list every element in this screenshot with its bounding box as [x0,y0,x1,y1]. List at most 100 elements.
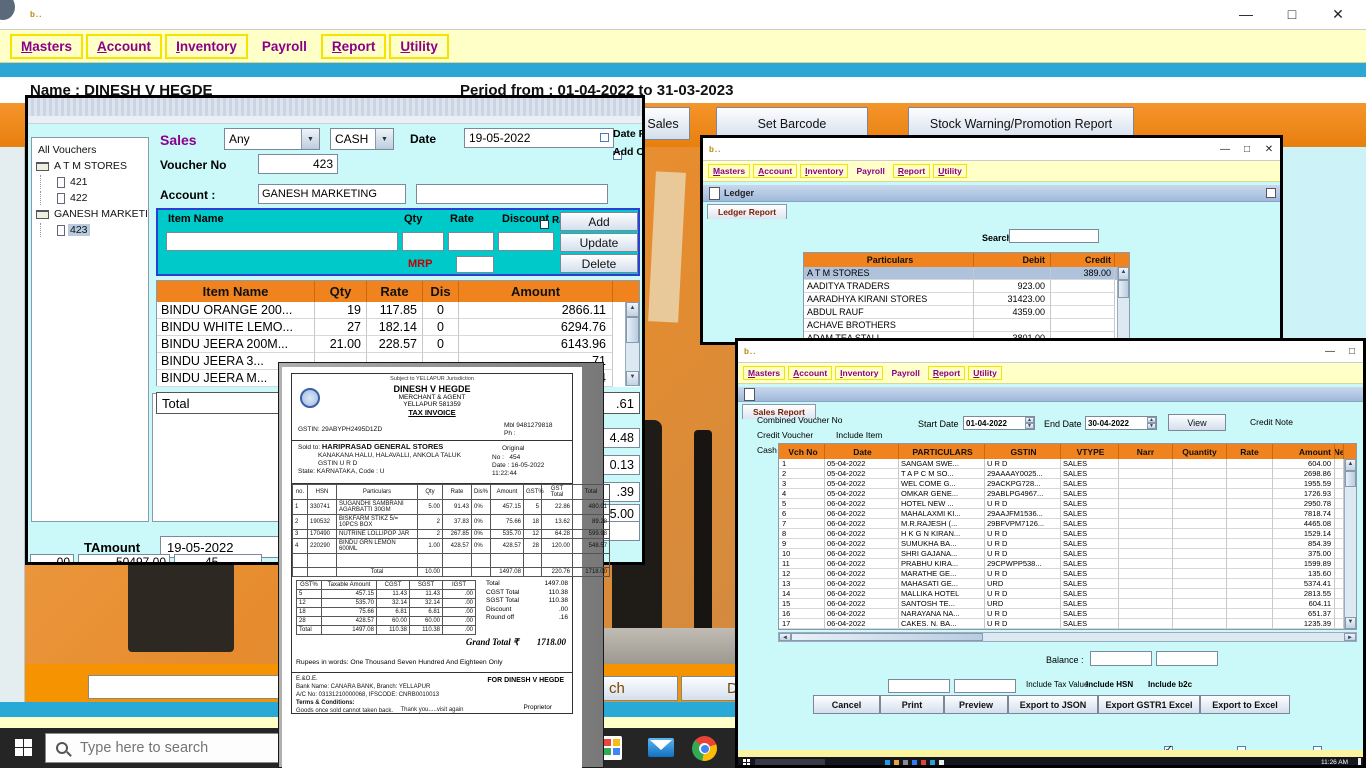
ledger-row[interactable]: ACHAVE BROTHERS [804,319,1129,332]
menu-item-report[interactable]: Report [928,366,965,380]
sales-report-row[interactable]: 10 06-04-2022 SHRI GAJANA... U R D SALES… [779,549,1356,559]
col-quantity[interactable]: Quantity [1173,444,1227,459]
strip-maximize-icon[interactable] [1266,188,1276,198]
col-dis[interactable]: Dis [423,281,459,302]
payment-mode-dropdown[interactable]: CASH ▼ [330,128,394,150]
mini-search-box[interactable] [755,759,825,766]
col-item-name[interactable]: Item Name [157,281,315,302]
col-amount[interactable]: Amount [1273,444,1335,459]
filter-dropdown[interactable]: Any ▼ [224,128,320,150]
tree-node[interactable]: All Vouchers [34,142,146,158]
menu-item-report[interactable]: Report [893,164,930,178]
sales-report-row[interactable]: 1 05-04-2022 SANGAM SWE... U R D SALES 6… [779,459,1356,469]
footer-box-2[interactable] [954,679,1016,693]
ledger-search-input[interactable] [1009,229,1099,243]
delete-button[interactable]: Delete [560,254,638,273]
tab-ledger-report[interactable]: Ledger Report [707,204,787,219]
col-qty[interactable]: Qty [315,281,367,302]
ledger-row[interactable]: AADITYA TRADERS 923.00 [804,280,1129,293]
maximize-button[interactable]: □ [1278,6,1306,23]
sales-report-row[interactable]: 12 06-04-2022 MARATHE GE... U R D SALES … [779,569,1356,579]
tree-node-label[interactable]: 421 [68,176,90,188]
scroll-up-icon[interactable]: ▲ [626,302,639,317]
scroll-left-icon[interactable]: ◄ [779,633,791,641]
scrollbar-thumb[interactable] [626,317,639,343]
menu-item-utility[interactable]: Utility [389,34,449,59]
sales-report-row[interactable]: 4 05-04-2022 OMKAR GENE... 29ABLPG4967..… [779,489,1356,499]
menu-item-masters[interactable]: Masters [10,34,83,59]
menu-item-inventory[interactable]: Inventory [165,34,248,59]
tree-node-label[interactable]: 423 [68,224,90,236]
tree-node[interactable]: A T M STORES [34,158,146,174]
menu-item-utility[interactable]: Utility [933,164,967,178]
menu-item-account[interactable]: Account [86,34,162,59]
tree-node[interactable]: 421 [34,174,146,190]
tree-node-label[interactable]: GANESH MARKETING [52,208,149,220]
col-vtype[interactable]: VTYPE [1061,444,1119,459]
start-button[interactable] [15,739,32,756]
voucher-item-row[interactable]: BINDU ORANGE 200... 19 117.85 0 2866.11 [157,302,639,319]
col-vch-no[interactable]: Vch No [779,444,825,459]
footer-box-1[interactable] [888,679,950,693]
menu-item-inventory[interactable]: Inventory [800,164,848,178]
close-button[interactable]: ✕ [1258,144,1280,155]
menu-item-masters[interactable]: Masters [743,366,785,380]
scroll-right-icon[interactable]: ► [1344,633,1356,641]
voucher-item-row[interactable]: BINDU WHITE LEMO... 27 182.14 0 6294.76 [157,319,639,336]
col-narr[interactable]: Narr [1119,444,1173,459]
update-button[interactable]: Update [560,233,638,252]
sales-report-row[interactable]: 16 06-04-2022 NARAYANA NA... U R D SALES… [779,609,1356,619]
item-name-input[interactable] [166,232,398,251]
chevron-down-icon[interactable]: ▼ [301,129,319,149]
spinner-icon[interactable]: ▲▼ [1025,417,1034,429]
col-particulars[interactable]: Particulars [804,253,974,267]
export-json-button[interactable]: Export to JSON [1008,695,1098,714]
menu-item-report[interactable]: Report [321,34,387,59]
tree-node-label[interactable]: 422 [68,192,90,204]
col-rate[interactable]: Rate [367,281,423,302]
discount-input[interactable] [498,232,554,251]
scroll-down-icon[interactable]: ▼ [626,371,639,386]
col-amount[interactable]: Amount [459,281,613,302]
print-button[interactable]: Print [880,695,944,714]
col-net[interactable]: Ne [1335,444,1344,459]
menu-item-utility[interactable]: Utility [968,366,1002,380]
cancel-button[interactable]: Cancel [813,695,880,714]
export-excel-button[interactable]: Export to Excel [1200,695,1290,714]
sales-report-row[interactable]: 14 06-04-2022 MALLIKA HOTEL U R D SALES … [779,589,1356,599]
ledger-row[interactable]: ABDUL RAUF 4359.00 [804,306,1129,319]
sales-report-hscrollbar[interactable]: ◄ ► [778,632,1357,642]
sales-report-row[interactable]: 2 05-04-2022 T A P C M SO... 29AAAAY0025… [779,469,1356,479]
col-gstin[interactable]: GSTIN [985,444,1061,459]
maximize-button[interactable]: □ [1341,346,1363,357]
chrome-icon[interactable] [692,736,717,761]
app-taskbar-icon[interactable] [602,736,622,760]
start-button[interactable] [743,759,750,766]
scroll-down-icon[interactable]: ▼ [1345,617,1356,629]
col-rate[interactable]: Rate [1227,444,1273,459]
qty-input[interactable] [402,232,444,251]
menu-item-payroll[interactable]: Payroll [851,164,889,178]
sales-report-row[interactable]: 8 06-04-2022 H K G N KIRAN... U R D SALE… [779,529,1356,539]
ledger-row[interactable]: AARADHYA KIRANI STORES 31423.00 [804,293,1129,306]
voucher-items-scrollbar[interactable]: ▲ ▼ [625,302,639,386]
minimize-button[interactable]: — [1319,346,1341,357]
tree-node[interactable]: 423 [34,222,146,238]
taskbar-search-box[interactable] [45,733,283,763]
menu-item-account[interactable]: Account [788,366,832,380]
col-date[interactable]: Date [825,444,899,459]
col-debit[interactable]: Debit [974,253,1051,267]
sales-report-row[interactable]: 15 06-04-2022 SANTOSH TE... URD SALES 60… [779,599,1356,609]
close-button[interactable]: ✕ [1324,6,1352,23]
maximize-button[interactable]: □ [1236,144,1258,155]
end-date-box[interactable]: 30-04-2022 ▲▼ [1085,416,1157,430]
rate-inc-checkbox[interactable] [540,220,549,229]
date-for-checkbox[interactable] [600,133,609,142]
scrollbar-thumb[interactable] [1345,471,1356,487]
rate-input[interactable] [448,232,494,251]
voucher-item-row[interactable]: BINDU JEERA 200M... 21.00 228.57 0 6143.… [157,336,639,353]
scroll-up-icon[interactable]: ▲ [1345,459,1356,471]
scrollbar-thumb[interactable] [1118,280,1129,298]
ledger-scrollbar[interactable]: ▲ [1117,267,1129,345]
menu-item-payroll[interactable]: Payroll [251,34,318,59]
